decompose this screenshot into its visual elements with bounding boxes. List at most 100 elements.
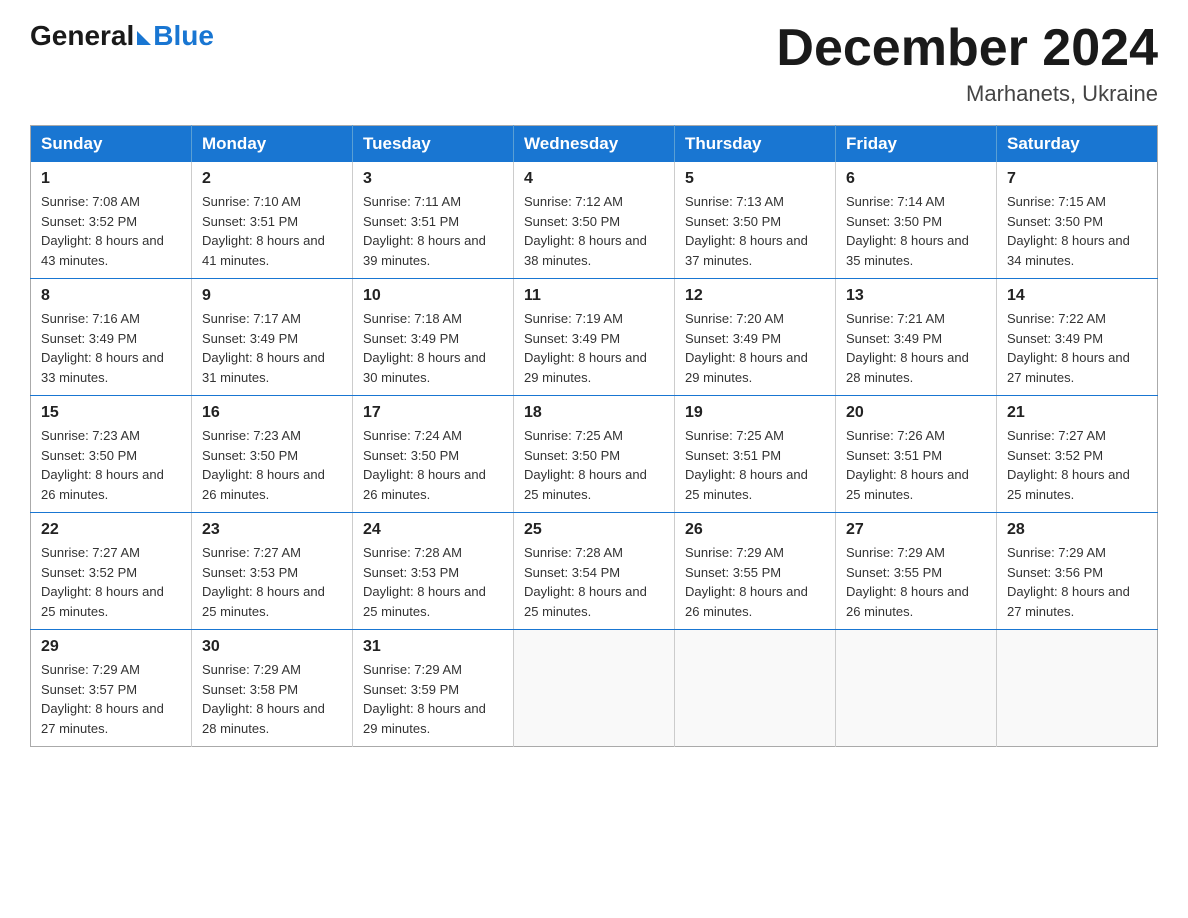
logo-arrow-icon [137,31,151,45]
calendar-day-cell: 15 Sunrise: 7:23 AMSunset: 3:50 PMDayligh… [31,396,192,513]
col-sunday: Sunday [31,126,192,163]
day-info: Sunrise: 7:25 AMSunset: 3:50 PMDaylight:… [524,426,664,504]
logo-blue-text: Blue [153,20,214,52]
day-info: Sunrise: 7:22 AMSunset: 3:49 PMDaylight:… [1007,309,1147,387]
day-info: Sunrise: 7:16 AMSunset: 3:49 PMDaylight:… [41,309,181,387]
day-number: 19 [685,404,825,422]
calendar-day-cell: 26 Sunrise: 7:29 AMSunset: 3:55 PMDayligh… [675,513,836,630]
calendar-day-cell: 27 Sunrise: 7:29 AMSunset: 3:55 PMDayligh… [836,513,997,630]
day-info: Sunrise: 7:25 AMSunset: 3:51 PMDaylight:… [685,426,825,504]
day-number: 7 [1007,170,1147,188]
col-tuesday: Tuesday [353,126,514,163]
day-number: 1 [41,170,181,188]
day-info: Sunrise: 7:27 AMSunset: 3:53 PMDaylight:… [202,543,342,621]
calendar-day-cell [675,630,836,747]
day-number: 27 [846,521,986,539]
calendar-day-cell [514,630,675,747]
day-info: Sunrise: 7:19 AMSunset: 3:49 PMDaylight:… [524,309,664,387]
day-number: 28 [1007,521,1147,539]
day-number: 24 [363,521,503,539]
day-number: 22 [41,521,181,539]
calendar-day-cell: 29 Sunrise: 7:29 AMSunset: 3:57 PMDayligh… [31,630,192,747]
day-number: 14 [1007,287,1147,305]
day-number: 20 [846,404,986,422]
day-info: Sunrise: 7:14 AMSunset: 3:50 PMDaylight:… [846,192,986,270]
col-monday: Monday [192,126,353,163]
day-info: Sunrise: 7:29 AMSunset: 3:55 PMDaylight:… [846,543,986,621]
day-number: 8 [41,287,181,305]
day-info: Sunrise: 7:24 AMSunset: 3:50 PMDaylight:… [363,426,503,504]
day-info: Sunrise: 7:17 AMSunset: 3:49 PMDaylight:… [202,309,342,387]
col-wednesday: Wednesday [514,126,675,163]
day-info: Sunrise: 7:11 AMSunset: 3:51 PMDaylight:… [363,192,503,270]
calendar-day-cell: 25 Sunrise: 7:28 AMSunset: 3:54 PMDayligh… [514,513,675,630]
calendar-day-cell: 16 Sunrise: 7:23 AMSunset: 3:50 PMDayligh… [192,396,353,513]
day-number: 9 [202,287,342,305]
calendar-day-cell: 5 Sunrise: 7:13 AMSunset: 3:50 PMDaylight… [675,162,836,279]
day-info: Sunrise: 7:29 AMSunset: 3:55 PMDaylight:… [685,543,825,621]
location: Marhanets, Ukraine [776,81,1158,107]
calendar-day-cell: 3Sunrise: 7:11 AMSunset: 3:51 PMDaylight… [353,162,514,279]
col-saturday: Saturday [997,126,1158,163]
day-number: 30 [202,638,342,656]
calendar-day-cell: 28 Sunrise: 7:29 AMSunset: 3:56 PMDayligh… [997,513,1158,630]
day-info: Sunrise: 7:27 AMSunset: 3:52 PMDaylight:… [1007,426,1147,504]
day-info: Sunrise: 7:21 AMSunset: 3:49 PMDaylight:… [846,309,986,387]
calendar-header-row: Sunday Monday Tuesday Wednesday Thursday… [31,126,1158,163]
calendar-day-cell: 30 Sunrise: 7:29 AMSunset: 3:58 PMDayligh… [192,630,353,747]
col-friday: Friday [836,126,997,163]
day-number: 5 [685,170,825,188]
day-number: 6 [846,170,986,188]
day-info: Sunrise: 7:08 AMSunset: 3:52 PMDaylight:… [41,192,181,270]
day-info: Sunrise: 7:13 AMSunset: 3:50 PMDaylight:… [685,192,825,270]
day-number: 15 [41,404,181,422]
calendar-week-row: 29 Sunrise: 7:29 AMSunset: 3:57 PMDayligh… [31,630,1158,747]
day-info: Sunrise: 7:18 AMSunset: 3:49 PMDaylight:… [363,309,503,387]
day-info: Sunrise: 7:29 AMSunset: 3:56 PMDaylight:… [1007,543,1147,621]
logo: General Blue [30,20,214,52]
calendar-day-cell: 1 Sunrise: 7:08 AMSunset: 3:52 PMDaylight… [31,162,192,279]
calendar-day-cell: 6 Sunrise: 7:14 AMSunset: 3:50 PMDaylight… [836,162,997,279]
day-info: Sunrise: 7:23 AMSunset: 3:50 PMDaylight:… [41,426,181,504]
calendar-day-cell [836,630,997,747]
calendar-day-cell: 13Sunrise: 7:21 AMSunset: 3:49 PMDayligh… [836,279,997,396]
day-number: 12 [685,287,825,305]
day-info: Sunrise: 7:28 AMSunset: 3:53 PMDaylight:… [363,543,503,621]
day-info: Sunrise: 7:23 AMSunset: 3:50 PMDaylight:… [202,426,342,504]
day-number: 21 [1007,404,1147,422]
calendar-week-row: 22 Sunrise: 7:27 AMSunset: 3:52 PMDayligh… [31,513,1158,630]
calendar-day-cell: 20Sunrise: 7:26 AMSunset: 3:51 PMDayligh… [836,396,997,513]
day-info: Sunrise: 7:12 AMSunset: 3:50 PMDaylight:… [524,192,664,270]
calendar-day-cell: 2Sunrise: 7:10 AMSunset: 3:51 PMDaylight… [192,162,353,279]
calendar-day-cell [997,630,1158,747]
logo-general-text: General [30,20,134,52]
day-number: 23 [202,521,342,539]
calendar-day-cell: 31Sunrise: 7:29 AMSunset: 3:59 PMDayligh… [353,630,514,747]
day-info: Sunrise: 7:27 AMSunset: 3:52 PMDaylight:… [41,543,181,621]
day-number: 29 [41,638,181,656]
calendar-week-row: 8 Sunrise: 7:16 AMSunset: 3:49 PMDaylight… [31,279,1158,396]
calendar-table: Sunday Monday Tuesday Wednesday Thursday… [30,125,1158,747]
day-info: Sunrise: 7:15 AMSunset: 3:50 PMDaylight:… [1007,192,1147,270]
day-number: 17 [363,404,503,422]
month-title: December 2024 [776,20,1158,77]
day-number: 26 [685,521,825,539]
day-info: Sunrise: 7:20 AMSunset: 3:49 PMDaylight:… [685,309,825,387]
title-block: December 2024 Marhanets, Ukraine [776,20,1158,107]
day-info: Sunrise: 7:29 AMSunset: 3:59 PMDaylight:… [363,660,503,738]
day-number: 18 [524,404,664,422]
calendar-day-cell: 19 Sunrise: 7:25 AMSunset: 3:51 PMDayligh… [675,396,836,513]
day-info: Sunrise: 7:29 AMSunset: 3:57 PMDaylight:… [41,660,181,738]
calendar-day-cell: 10 Sunrise: 7:18 AMSunset: 3:49 PMDayligh… [353,279,514,396]
day-info: Sunrise: 7:29 AMSunset: 3:58 PMDaylight:… [202,660,342,738]
calendar-day-cell: 11Sunrise: 7:19 AMSunset: 3:49 PMDayligh… [514,279,675,396]
calendar-day-cell: 22 Sunrise: 7:27 AMSunset: 3:52 PMDayligh… [31,513,192,630]
day-info: Sunrise: 7:28 AMSunset: 3:54 PMDaylight:… [524,543,664,621]
calendar-day-cell: 21 Sunrise: 7:27 AMSunset: 3:52 PMDayligh… [997,396,1158,513]
day-number: 10 [363,287,503,305]
day-number: 25 [524,521,664,539]
calendar-day-cell: 8 Sunrise: 7:16 AMSunset: 3:49 PMDaylight… [31,279,192,396]
day-number: 16 [202,404,342,422]
calendar-day-cell: 24 Sunrise: 7:28 AMSunset: 3:53 PMDayligh… [353,513,514,630]
calendar-day-cell: 9 Sunrise: 7:17 AMSunset: 3:49 PMDaylight… [192,279,353,396]
